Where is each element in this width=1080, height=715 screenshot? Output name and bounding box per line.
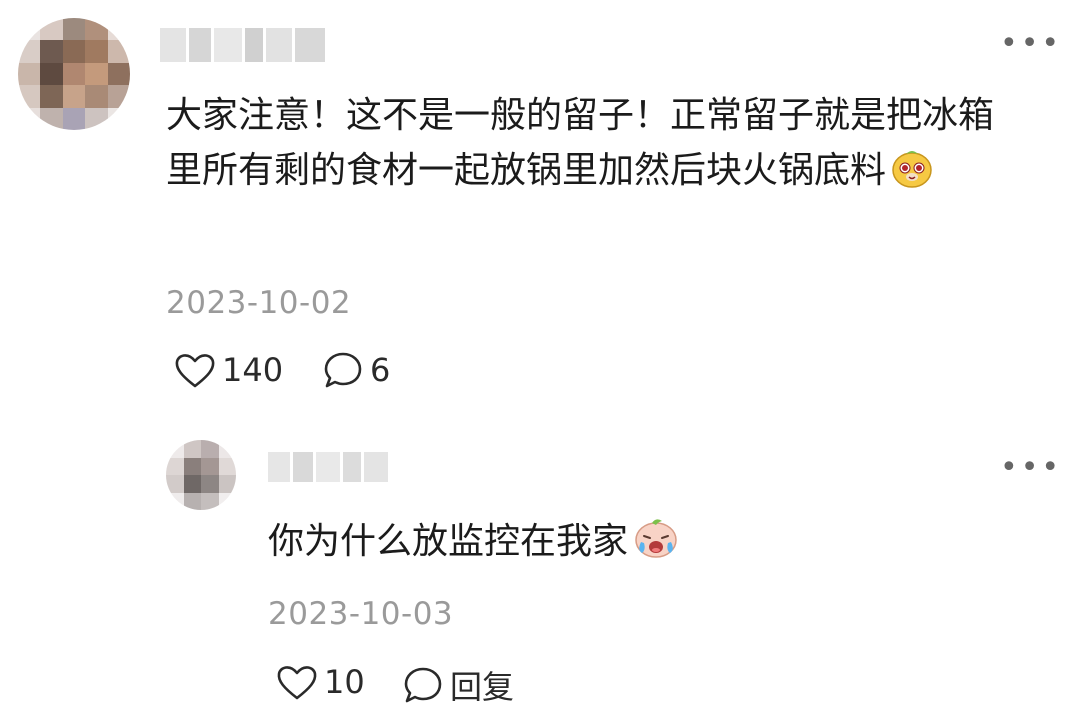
reply-like-button[interactable]: 10 [276,662,365,702]
reply-more-options-icon[interactable]: ••• [1000,453,1062,483]
comment-avatar[interactable] [18,18,130,130]
reply-label: 回复 [450,668,515,706]
more-options-icon[interactable]: ••• [1000,29,1062,59]
comment-username[interactable] [160,28,328,62]
like-count: 140 [222,351,284,389]
comment-date: 2023-10-02 [166,285,352,321]
like-button[interactable]: 140 [174,350,283,390]
reply-text-content: 你为什么放监控在我家 [268,521,629,562]
heart-icon [277,666,317,700]
monkey-face-emoji [890,146,934,206]
comment-text-content: 大家注意！这不是一般的留子！正常留子就是把冰箱里所有剩的食材一起放锅里加然后块火… [166,95,995,191]
reply-date: 2023-10-03 [268,596,454,632]
comment-text: 大家注意！这不是一般的留子！正常留子就是把冰箱里所有剩的食材一起放锅里加然后块火… [166,88,1026,206]
reply-like-count: 10 [324,663,365,701]
comment-bubble-icon [404,667,442,703]
reply-button[interactable]: 回复 [402,662,514,708]
reply-avatar[interactable] [166,440,236,510]
reply-text: 你为什么放监控在我家 [268,514,1028,577]
reply-count-button[interactable]: 6 [322,350,390,390]
reply-username[interactable] [268,452,392,482]
heart-icon [175,354,215,388]
crying-face-emoji [632,515,680,577]
comment-bubble-icon [324,352,362,388]
reply-count: 6 [370,351,391,389]
